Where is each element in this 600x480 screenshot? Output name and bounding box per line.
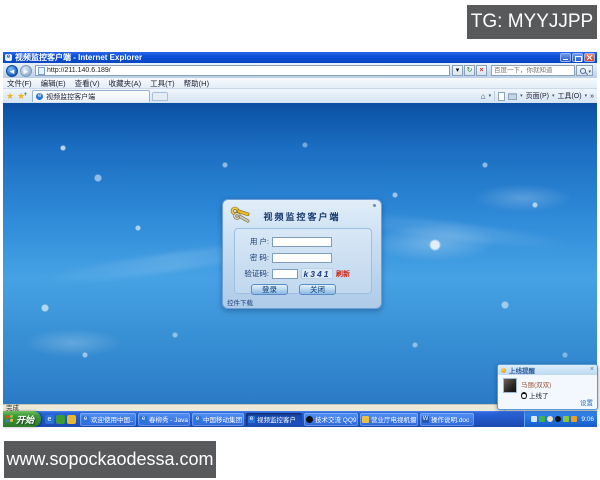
qq-alert-icon bbox=[501, 368, 506, 373]
page-icon bbox=[38, 67, 45, 75]
ie-icon: e bbox=[194, 416, 201, 423]
password-field[interactable] bbox=[272, 253, 332, 263]
refresh-icon[interactable]: ↻ bbox=[464, 65, 475, 76]
window-title: 视频监控客户端 - Internet Explorer bbox=[15, 52, 142, 63]
window-titlebar: e 视频监控客户端 - Internet Explorer bbox=[3, 52, 597, 63]
security-icon[interactable] bbox=[563, 416, 569, 422]
minimize-button[interactable] bbox=[560, 53, 571, 62]
quick-launch-folder-icon[interactable] bbox=[67, 415, 76, 424]
maximize-button[interactable] bbox=[572, 53, 583, 62]
folder-icon bbox=[362, 416, 369, 423]
ie-icon: e bbox=[82, 416, 89, 423]
search-box[interactable] bbox=[491, 65, 575, 76]
quick-launch-ie-icon[interactable]: e bbox=[45, 415, 54, 424]
qq-status-text: 上线了 bbox=[529, 390, 549, 400]
menu-edit[interactable]: 编辑(E) bbox=[41, 78, 66, 89]
add-favorite-icon[interactable]: ★ bbox=[17, 90, 25, 102]
print-icon[interactable] bbox=[508, 93, 517, 100]
tab-title: 视频监控客户端 bbox=[46, 92, 95, 102]
menu-file[interactable]: 文件(F) bbox=[7, 78, 32, 89]
address-dropdown-icon[interactable]: ▾ bbox=[452, 65, 463, 76]
start-button[interactable]: 开始 bbox=[3, 411, 41, 427]
qq-online-popup: 上线提醒 × 马丽(双双) 上线了 设置 bbox=[497, 364, 598, 410]
watermark-telegram: TG: MYYJJPP bbox=[467, 5, 597, 39]
task-java-page[interactable]: e 春柳秀 - Java... bbox=[138, 413, 190, 426]
username-label: 用 户: bbox=[235, 236, 269, 247]
task-qq-chat[interactable]: 技术交流 QQ98 bbox=[304, 413, 358, 426]
feeds-icon[interactable] bbox=[498, 92, 505, 101]
dialog-title: 视频监控客户端 bbox=[223, 210, 381, 223]
menu-help[interactable]: 帮助(H) bbox=[184, 78, 209, 89]
control-download-link[interactable]: 控件下载 bbox=[227, 297, 253, 307]
captcha-image[interactable]: k341 bbox=[301, 268, 333, 279]
qq-status-line: 上线了 bbox=[521, 390, 549, 400]
tab-video-client[interactable]: e 视频监控客户端 bbox=[32, 90, 150, 102]
qq-penguin-icon bbox=[521, 392, 527, 399]
home-icon[interactable]: ⌂ bbox=[481, 92, 486, 101]
qq-settings-link[interactable]: 设置 bbox=[580, 397, 593, 407]
captcha-field[interactable] bbox=[272, 269, 298, 279]
task-word-doc[interactable]: W 操作说明.doc ... bbox=[420, 413, 474, 426]
task-video-client[interactable]: e 视频监控客户 bbox=[246, 413, 302, 426]
page-content: 视频监控客户端 用 户: 密 码: 验证码: k341 刷新 登录 关闭 控件下… bbox=[3, 103, 597, 404]
menu-bar: 文件(F) 编辑(E) 查看(V) 收藏夹(A) 工具(T) 帮助(H) bbox=[3, 78, 597, 89]
watermark-site-url: www.sopockaodessa.com bbox=[4, 441, 216, 478]
browser-window: e 视频监控客户端 - Internet Explorer ◄ ► ▾ ↻ × … bbox=[3, 52, 597, 427]
stop-icon[interactable]: × bbox=[476, 65, 487, 76]
back-button[interactable]: ◄ bbox=[6, 65, 18, 77]
password-label: 密 码: bbox=[235, 252, 269, 263]
search-icon[interactable]: ▾ bbox=[576, 65, 593, 76]
menu-view[interactable]: 查看(V) bbox=[75, 78, 100, 89]
address-input[interactable] bbox=[47, 67, 447, 74]
command-bar: ⌂ ▾ ▾ 页面(P) ▾ 工具(O) ▾ » bbox=[481, 91, 594, 101]
captcha-refresh-link[interactable]: 刷新 bbox=[336, 269, 350, 279]
windows-flag-icon bbox=[6, 415, 14, 424]
favorites-star-icon[interactable]: ★ bbox=[6, 90, 14, 102]
tab-bar: ★ ★ e 视频监控客户端 ⌂ ▾ ▾ 页面(P) ▾ 工具(O) ▾ » bbox=[3, 89, 597, 103]
ie-icon: e bbox=[140, 416, 147, 423]
quick-launch: e bbox=[41, 415, 80, 424]
update-icon[interactable] bbox=[571, 416, 577, 422]
ie-icon: e bbox=[5, 54, 12, 61]
dialog-corner-dot bbox=[373, 204, 376, 207]
task-welcome-china[interactable]: e 欢迎使用中国... bbox=[80, 413, 136, 426]
tools-menu[interactable]: 工具(O) bbox=[557, 91, 581, 101]
system-tray: 9:06 bbox=[524, 411, 597, 427]
new-tab-button[interactable] bbox=[152, 92, 168, 101]
forward-button[interactable]: ► bbox=[20, 65, 32, 77]
word-icon: W bbox=[422, 416, 429, 423]
captcha-label: 验证码: bbox=[235, 268, 269, 279]
close-button[interactable] bbox=[584, 53, 595, 62]
login-button[interactable]: 登录 bbox=[251, 284, 288, 295]
qq-icon bbox=[306, 416, 313, 423]
tab-ie-icon: e bbox=[36, 93, 43, 100]
navigation-bar: ◄ ► ▾ ↻ × ▾ bbox=[3, 63, 597, 78]
qq-close-icon[interactable]: × bbox=[590, 366, 594, 374]
task-folder-monitor[interactable]: 营业厅电视机摄像 bbox=[360, 413, 418, 426]
search-input[interactable] bbox=[494, 67, 572, 74]
menu-favorites[interactable]: 收藏夹(A) bbox=[109, 78, 142, 89]
avatar[interactable] bbox=[503, 378, 517, 393]
dialog-close-button[interactable]: 关闭 bbox=[299, 284, 336, 295]
page-menu[interactable]: 页面(P) bbox=[526, 91, 549, 101]
username-field[interactable] bbox=[272, 237, 332, 247]
qq-popup-title: 上线提醒 bbox=[509, 365, 535, 375]
qq-contact-name[interactable]: 马丽(双双) bbox=[521, 379, 551, 389]
taskbar-clock: 9:06 bbox=[581, 416, 594, 423]
address-bar[interactable] bbox=[35, 65, 450, 76]
more-commands[interactable]: » bbox=[590, 93, 594, 100]
login-dialog: 视频监控客户端 用 户: 密 码: 验证码: k341 刷新 登录 关闭 控件下… bbox=[222, 199, 382, 309]
task-china-mobile[interactable]: e 中国移动集团 bbox=[192, 413, 244, 426]
volume-icon[interactable] bbox=[531, 416, 537, 422]
messenger-icon[interactable] bbox=[547, 416, 553, 422]
menu-tools[interactable]: 工具(T) bbox=[150, 78, 175, 89]
antivirus-icon[interactable] bbox=[539, 416, 545, 422]
taskbar: 开始 e e 欢迎使用中国... e 春柳秀 - Java... e 中国移动集… bbox=[3, 411, 597, 427]
ie-icon: e bbox=[248, 416, 255, 423]
qq-popup-titlebar: 上线提醒 × bbox=[498, 365, 597, 375]
qq-tray-icon[interactable] bbox=[555, 416, 561, 422]
quick-launch-desktop-icon[interactable] bbox=[56, 415, 65, 424]
task-buttons: e 欢迎使用中国... e 春柳秀 - Java... e 中国移动集团 e 视… bbox=[80, 413, 474, 426]
